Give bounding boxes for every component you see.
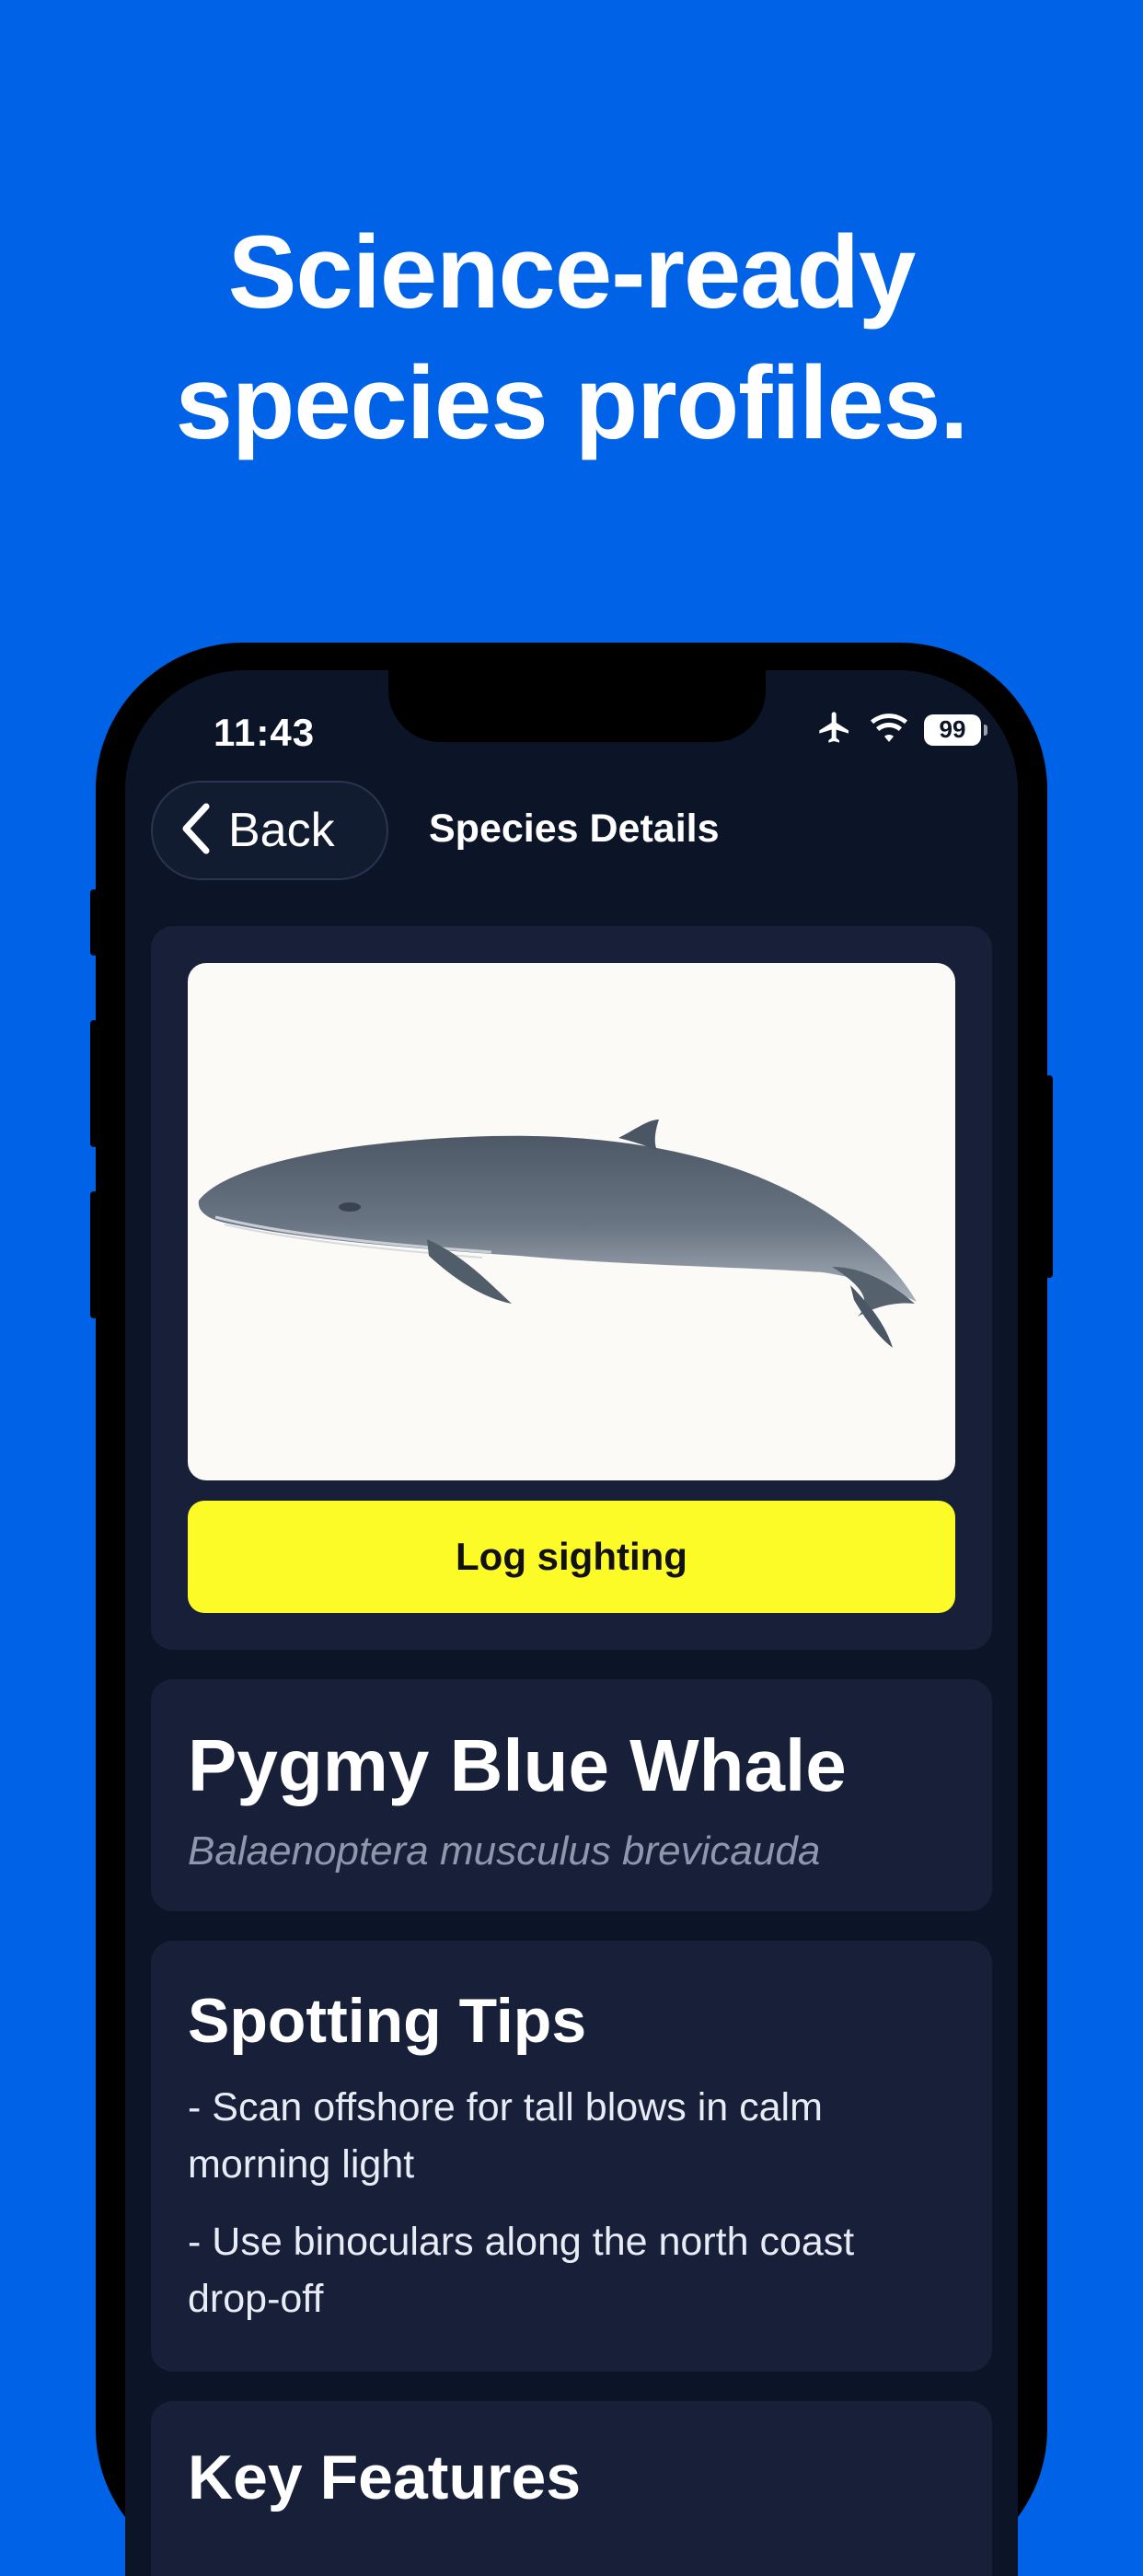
volume-down-button	[90, 1191, 98, 1318]
notch	[388, 670, 766, 742]
airplane-icon	[815, 709, 854, 750]
chevron-left-icon	[180, 803, 212, 859]
volume-up-button	[90, 1020, 98, 1147]
phone-frame: 11:43 99 Back Species Details Log sighti…	[90, 643, 1053, 2576]
page-title: Species Details	[429, 806, 720, 851]
battery-icon: 99	[924, 714, 987, 746]
headline-line-2: species profiles.	[175, 345, 969, 460]
key-features-title: Key Features	[188, 2443, 582, 2512]
status-time: 11:43	[214, 711, 316, 754]
list-item: - Scan offshore for tall blows in calm m…	[188, 2085, 823, 2187]
silent-switch	[90, 889, 98, 956]
log-sighting-button[interactable]: Log sighting	[188, 1501, 955, 1613]
spotting-tips-card: Spotting Tips - Scan offshore for tall b…	[151, 1941, 992, 2372]
species-name-card: Pygmy Blue Whale Balaenoptera musculus b…	[151, 1679, 992, 1911]
scientific-name: Balaenoptera musculus brevicauda	[188, 1828, 821, 1874]
status-icons: 99	[815, 709, 987, 750]
back-button-label: Back	[228, 804, 335, 857]
back-button[interactable]: Back	[151, 781, 388, 880]
headline: Science-ready species profiles.	[0, 207, 1143, 469]
spotting-tips-title: Spotting Tips	[188, 1986, 587, 2056]
power-button	[1045, 1075, 1053, 1278]
species-name: Pygmy Blue Whale	[188, 1724, 847, 1806]
species-media-card: Log sighting	[151, 926, 992, 1650]
list-item: - Use binoculars along the north coast d…	[188, 2220, 855, 2321]
whale-illustration	[188, 963, 955, 1480]
phone-screen: 11:43 99 Back Species Details Log sighti…	[125, 670, 1018, 2576]
spotting-tips-list: - Scan offshore for tall blows in calm m…	[188, 2079, 942, 2348]
wifi-icon	[871, 712, 907, 748]
headline-line-1: Science-ready	[227, 215, 917, 330]
key-features-card: Key Features	[151, 2401, 992, 2576]
